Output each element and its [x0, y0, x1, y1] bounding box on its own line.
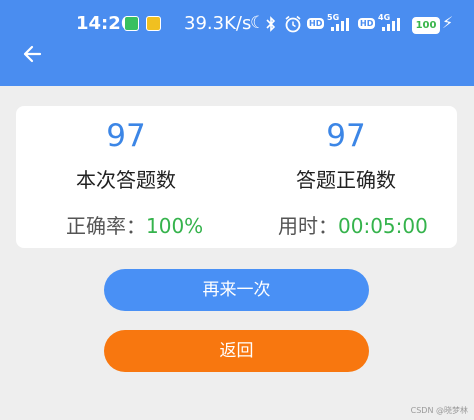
app-bar: 14:26 39.3K/s ☾ HD 5G HD 4G 100 ⚡: [0, 0, 474, 86]
alarm-icon: [285, 15, 301, 33]
correct-answers-label: 答题正确数: [296, 168, 396, 192]
elapsed-time-row: 用时：00:05:00: [278, 210, 428, 239]
elapsed-time-label: 用时：: [278, 214, 338, 238]
network-speed: 39.3K/s: [184, 13, 252, 34]
accuracy-value: 100%: [146, 214, 204, 238]
battery-icon: 100: [412, 17, 440, 34]
moon-icon: ☾: [250, 13, 266, 33]
status-bar: 14:26 39.3K/s ☾ HD 5G HD 4G 100 ⚡: [0, 0, 474, 46]
signal-icon: [331, 17, 353, 31]
charging-icon: ⚡: [442, 13, 454, 32]
accuracy-row: 正确率：100%: [66, 210, 203, 239]
bluetooth-icon: [266, 16, 276, 32]
hd-badge: HD: [358, 18, 376, 29]
result-summary-card: 97 本次答题数 97 答题正确数 正确率：100% 用时：00:05:00: [16, 106, 457, 248]
signal-icon: [382, 17, 404, 31]
total-questions-label: 本次答题数: [76, 168, 176, 192]
correct-answers-value: 97: [326, 118, 366, 154]
elapsed-time-value: 00:05:00: [338, 214, 428, 238]
watermark: CSDN @晓梦林: [410, 406, 468, 415]
accuracy-label: 正确率：: [66, 214, 146, 238]
total-questions-value: 97: [106, 118, 146, 154]
try-again-button[interactable]: 再来一次: [104, 269, 369, 311]
app-notification-icon: [146, 16, 161, 31]
arrow-left-icon[interactable]: [22, 44, 42, 64]
return-button[interactable]: 返回: [104, 330, 369, 372]
app-notification-icon: [124, 16, 139, 31]
hd-badge: HD: [307, 18, 325, 29]
